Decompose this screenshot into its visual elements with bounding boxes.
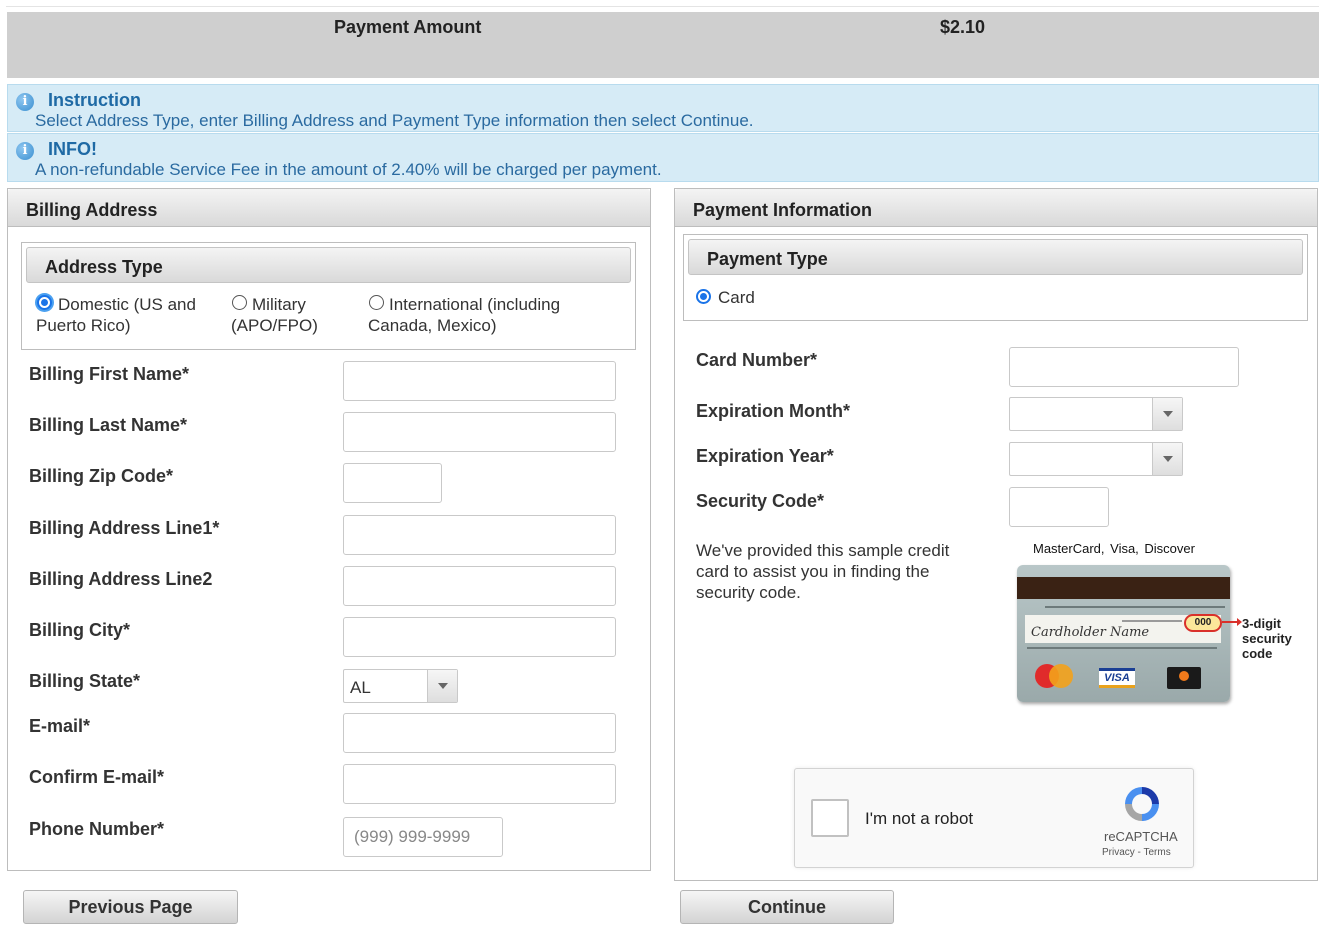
security-code-input[interactable] <box>1009 487 1109 527</box>
info-text: A non-refundable Service Fee in the amou… <box>35 160 662 179</box>
card-fine-print <box>1045 606 1225 608</box>
sample-credit-card-image: Cardholder Name 000 VISA <box>1017 565 1230 702</box>
payment-amount-value: $2.10 <box>940 17 986 37</box>
radio-international-label[interactable]: International (including Canada, Mexico) <box>368 294 560 336</box>
address-line1-input[interactable] <box>343 515 616 555</box>
expiration-year-select[interactable] <box>1009 442 1183 476</box>
recaptcha-checkbox[interactable] <box>811 799 849 837</box>
card-brands-legend: MasterCard, Visa, Discover <box>1033 541 1195 556</box>
state-label: Billing State* <box>29 671 141 691</box>
radio-domestic-label[interactable]: Domestic (US and Puerto Rico) <box>36 294 196 336</box>
first-name-label: Billing First Name* <box>29 364 190 384</box>
expiration-year-label: Expiration Year* <box>696 446 834 466</box>
expiration-month-select[interactable] <box>1009 397 1183 431</box>
billing-address-header: Billing Address <box>8 189 650 227</box>
payment-amount-bar: Payment Amount $2.10 <box>7 12 1319 78</box>
card-number-label: Card Number* <box>696 350 818 370</box>
security-code-help-text: We've provided this sample credit card t… <box>696 541 950 602</box>
zip-code-input[interactable] <box>343 463 442 503</box>
phone-input[interactable] <box>343 817 503 857</box>
expiration-month-label: Expiration Month* <box>696 401 850 421</box>
top-divider <box>6 6 1319 7</box>
recaptcha-logo-icon <box>1125 787 1159 821</box>
card-number-print <box>1122 620 1182 622</box>
page-gutter <box>1319 0 1337 933</box>
magnetic-stripe <box>1017 577 1230 599</box>
last-name-label: Billing Last Name* <box>29 415 188 435</box>
continue-button[interactable]: Continue <box>680 890 894 924</box>
address-line1-label: Billing Address Line1* <box>29 518 220 538</box>
payment-type-header: Payment Type <box>688 239 1303 275</box>
address-line2-input[interactable] <box>343 566 616 606</box>
info-alert: i INFO! A non-refundable Service Fee in … <box>7 133 1319 182</box>
cardholder-signature: Cardholder Name <box>1031 625 1150 640</box>
security-code-callout: 3-digit security code <box>1242 616 1292 661</box>
card-fine-print-lower <box>1027 647 1217 649</box>
card-number-input[interactable] <box>1009 347 1239 387</box>
previous-page-button[interactable]: Previous Page <box>23 890 238 924</box>
radio-card[interactable] <box>696 289 711 304</box>
visa-logo-icon: VISA <box>1099 668 1135 688</box>
instruction-alert: i Instruction Select Address Type, enter… <box>7 84 1319 132</box>
info-icon: i <box>16 93 34 111</box>
state-select[interactable]: AL <box>343 669 458 703</box>
confirm-email-input[interactable] <box>343 764 616 804</box>
info-title: INFO! <box>48 139 97 159</box>
radio-card-label[interactable]: Card <box>718 287 755 308</box>
first-name-input[interactable] <box>343 361 616 401</box>
security-code-label: Security Code* <box>696 491 825 511</box>
phone-label: Phone Number* <box>29 819 165 839</box>
city-label: Billing City* <box>29 620 131 640</box>
discover-logo-icon <box>1167 667 1201 689</box>
instruction-title: Instruction <box>48 90 141 110</box>
chevron-down-icon[interactable] <box>1152 443 1182 475</box>
security-code-highlight: 000 <box>1184 614 1222 632</box>
last-name-input[interactable] <box>343 412 616 452</box>
instruction-text: Select Address Type, enter Billing Addre… <box>35 111 754 130</box>
radio-military-label[interactable]: Military (APO/FPO) <box>231 294 318 336</box>
email-input[interactable] <box>343 713 616 753</box>
info-icon: i <box>16 142 34 160</box>
email-label: E-mail* <box>29 716 91 736</box>
address-line2-label: Billing Address Line2 <box>29 569 213 589</box>
address-type-header: Address Type <box>26 247 631 283</box>
arrow-right-icon <box>1222 618 1242 626</box>
zip-code-label: Billing Zip Code* <box>29 466 173 486</box>
recaptcha-widget: I'm not a robot reCAPTCHA Privacy - Term… <box>794 768 1194 868</box>
confirm-email-label: Confirm E-mail* <box>29 767 165 787</box>
recaptcha-label: I'm not a robot <box>865 809 974 828</box>
payment-amount-label: Payment Amount <box>334 17 482 37</box>
chevron-down-icon[interactable] <box>1152 398 1182 430</box>
state-select-value: AL <box>350 678 371 697</box>
city-input[interactable] <box>343 617 616 657</box>
chevron-down-icon[interactable] <box>427 670 457 702</box>
payment-type-panel: Payment Type <box>683 234 1308 321</box>
payment-information-header: Payment Information <box>675 189 1317 227</box>
recaptcha-brand: reCAPTCHA <box>1104 829 1178 844</box>
mastercard-logo-icon <box>1035 664 1073 688</box>
recaptcha-terms-link[interactable]: Privacy - Terms <box>1102 847 1171 858</box>
